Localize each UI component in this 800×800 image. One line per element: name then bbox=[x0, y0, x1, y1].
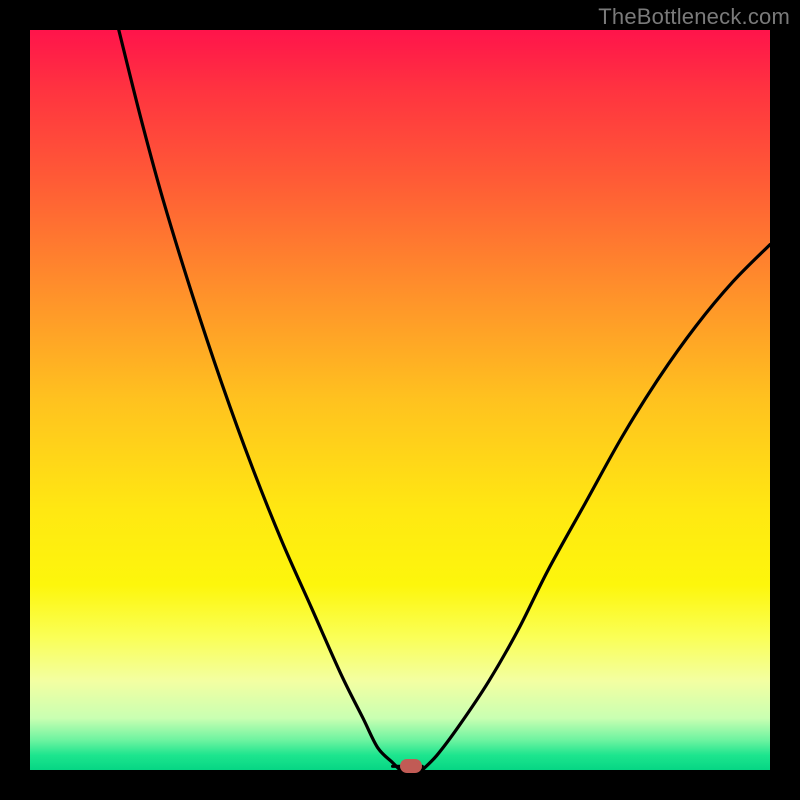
bottleneck-curve bbox=[30, 30, 770, 770]
plot-area bbox=[30, 30, 770, 770]
watermark-text: TheBottleneck.com bbox=[598, 4, 790, 30]
chart-frame: TheBottleneck.com bbox=[0, 0, 800, 800]
bottleneck-marker bbox=[400, 759, 422, 773]
